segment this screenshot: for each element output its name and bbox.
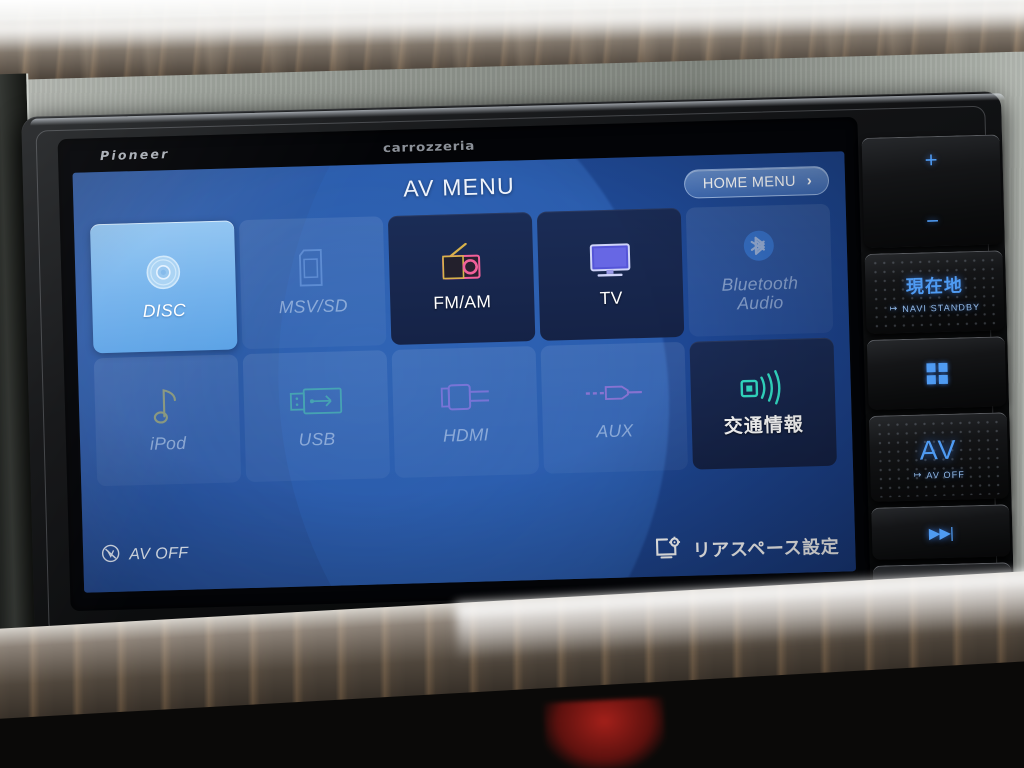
television-icon: [585, 236, 636, 283]
menu-grid-button[interactable]: [866, 336, 1007, 410]
tile-ipod[interactable]: iPod: [93, 353, 242, 487]
rear-space-settings-button[interactable]: リアスペース設定: [655, 532, 840, 565]
dashboard-red-accent: [543, 696, 667, 768]
sd-card-icon: [295, 244, 330, 291]
lcd-display: AV MENU HOME MENU › DISC MSV/SD FM/AM TV…: [72, 151, 856, 593]
arrow-icon: ↦: [913, 469, 923, 480]
tile-label: HDMI: [442, 424, 490, 446]
hdmi-plug-icon: [436, 373, 493, 421]
menu-grid-icon: [925, 362, 948, 385]
rear-space-label: リアスペース設定: [692, 536, 840, 561]
tile-bluetooth-audio[interactable]: Bluetooth Audio: [685, 203, 834, 337]
radio-icon: [435, 240, 488, 287]
lcd-screen-frame: Pioneer carrozzeria AV MENU HOME MENU ›: [57, 116, 871, 612]
tile-usb[interactable]: USB: [242, 349, 391, 483]
tile-label: AUX: [596, 420, 634, 442]
current-location-label: 現在地: [905, 275, 964, 297]
car-dashboard-scene: Pioneer carrozzeria AV MENU HOME MENU ›: [0, 0, 1024, 768]
tile-label: iPod: [149, 432, 187, 454]
aux-jack-icon: [583, 369, 644, 417]
av-source-grid: DISC MSV/SD FM/AM TV Bluetooth Audio iPo…: [89, 203, 837, 487]
arrow-icon: ↦: [889, 303, 899, 314]
next-track-button[interactable]: ▶▶|: [871, 504, 1011, 560]
disc-icon: [141, 248, 186, 295]
home-menu-button[interactable]: HOME MENU ›: [683, 165, 830, 199]
av-label: AV: [919, 434, 959, 466]
tile-tv[interactable]: TV: [536, 207, 685, 341]
next-track-icon: ▶▶|: [928, 524, 954, 542]
tile-traffic-info[interactable]: 交通情報: [689, 337, 837, 470]
tile-label: FM/AM: [433, 290, 492, 313]
bluetooth-icon: [738, 222, 779, 269]
av-off-icon: [101, 544, 121, 569]
home-menu-label: HOME MENU: [702, 173, 796, 192]
volume-down-icon[interactable]: −: [926, 208, 940, 233]
av-off-label: AV OFF: [128, 544, 189, 564]
tile-label: DISC: [142, 299, 187, 321]
tile-label: TV: [599, 287, 623, 308]
usb-icon: [287, 377, 344, 425]
tile-label: 交通情報: [723, 414, 805, 439]
tile-label: USB: [298, 428, 336, 450]
tile-msv-sd[interactable]: MSV/SD: [238, 216, 387, 349]
av-off-button[interactable]: AV OFF: [101, 542, 189, 568]
volume-rocker-button[interactable]: + −: [861, 134, 1003, 248]
carrozzeria-logo: carrozzeria: [382, 138, 476, 156]
pioneer-logo: Pioneer: [99, 146, 170, 164]
tile-fm-am[interactable]: FM/AM: [387, 212, 536, 345]
av-off-sublabel: ↦ AV OFF: [913, 468, 965, 480]
broadcast-icon: [736, 364, 789, 411]
volume-up-icon[interactable]: +: [924, 147, 938, 172]
tile-label: MSV/SD: [278, 294, 349, 317]
tile-disc[interactable]: DISC: [89, 220, 238, 353]
tile-hdmi[interactable]: HDMI: [391, 345, 540, 478]
navi-standby-label: ↦ NAVI STANDBY: [889, 301, 981, 314]
hardware-button-column: + − 現在地 ↦ NAVI STANDBY AV ↦ AV OFF ▶▶|: [861, 134, 1020, 672]
music-note-icon: [149, 382, 184, 429]
screen-gear-icon: [655, 536, 683, 565]
av-button[interactable]: AV ↦ AV OFF: [868, 412, 1009, 502]
current-location-button[interactable]: 現在地 ↦ NAVI STANDBY: [864, 250, 1005, 334]
tile-aux[interactable]: AUX: [540, 341, 689, 474]
tile-label: Bluetooth Audio: [721, 272, 799, 314]
chevron-right-icon: ›: [806, 172, 813, 190]
